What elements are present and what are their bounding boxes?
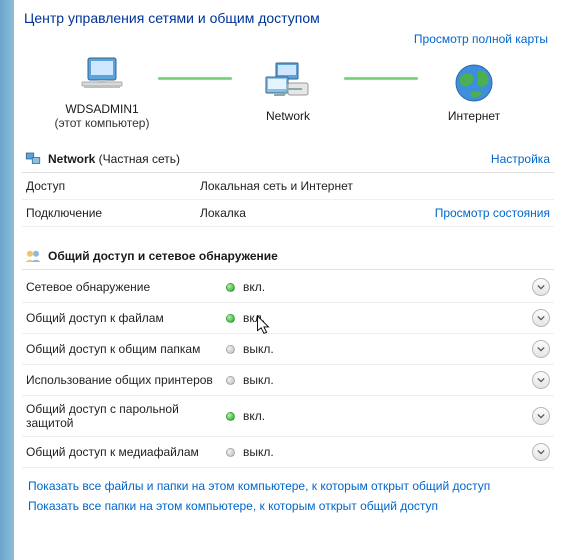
status-dot-off-icon (226, 345, 235, 354)
chevron-down-icon (537, 283, 545, 291)
map-node-network: Network (238, 59, 338, 123)
view-full-map-link[interactable]: Просмотр полной карты (414, 32, 548, 46)
sharing-row: Сетевое обнаружение вкл. (22, 272, 554, 303)
sharing-label: Общий доступ к общим папкам (26, 342, 226, 356)
footer-links: Показать все файлы и папки на этом компь… (22, 468, 554, 519)
sharing-row: Общий доступ к файлам вкл. (22, 303, 554, 334)
chevron-down-icon (537, 376, 545, 384)
computer-icon (78, 52, 126, 100)
map-node-label: WDSADMIN1 (65, 102, 138, 116)
chevron-down-icon (537, 412, 545, 420)
sharing-section-header: Общий доступ и сетевое обнаружение (22, 243, 554, 270)
sharing-label: Общий доступ к медиафайлам (26, 445, 226, 459)
sharing-label: Использование общих принтеров (26, 373, 226, 387)
sharing-state-text: выкл. (243, 342, 274, 356)
status-dot-off-icon (226, 376, 235, 385)
network-hub-icon (264, 59, 312, 107)
sharing-status: вкл. (226, 409, 265, 423)
sharing-row: Общий доступ с парольной защитой вкл. (22, 396, 554, 437)
sharing-label: Общий доступ с парольной защитой (26, 402, 226, 430)
sharing-status: вкл. (226, 280, 265, 294)
chevron-down-icon (537, 345, 545, 353)
sharing-state-text: выкл. (243, 445, 274, 459)
sharing-section-title: Общий доступ и сетевое обнаружение (48, 249, 278, 263)
network-section-header: Network (Частная сеть) Настройка (22, 146, 554, 173)
left-border (0, 0, 14, 560)
status-dot-on-icon (226, 283, 235, 292)
map-node-this-computer: WDSADMIN1 (этот компьютер) (52, 52, 152, 130)
globe-icon (450, 59, 498, 107)
sharing-row: Общий доступ к общим папкам выкл. (22, 334, 554, 365)
expand-button[interactable] (532, 309, 550, 327)
info-link (431, 173, 554, 200)
map-connection-line (158, 77, 232, 80)
expand-button[interactable] (532, 371, 550, 389)
network-info-grid: Доступ Локальная сеть и Интернет Подключ… (22, 173, 554, 227)
expand-button[interactable] (532, 278, 550, 296)
map-node-label: Network (266, 109, 310, 123)
expand-button[interactable] (532, 340, 550, 358)
sharing-state-text: выкл. (243, 373, 274, 387)
sharing-status: выкл. (226, 445, 274, 459)
info-value: Локалка (196, 200, 431, 227)
view-status-link[interactable]: Просмотр состояния (431, 200, 554, 227)
network-section-title: Network (Частная сеть) (48, 152, 180, 166)
network-map: WDSADMIN1 (этот компьютер) Network (22, 50, 554, 144)
network-icon (24, 150, 42, 168)
status-dot-on-icon (226, 412, 235, 421)
map-node-label: Интернет (448, 109, 500, 123)
map-node-internet: Интернет (424, 59, 524, 123)
sharing-label: Общий доступ к файлам (26, 311, 226, 325)
sharing-row: Общий доступ к медиафайлам выкл. (22, 437, 554, 468)
sharing-status: выкл. (226, 373, 274, 387)
sharing-state-text: вкл. (243, 311, 265, 325)
info-label: Доступ (22, 173, 196, 200)
info-value: Локальная сеть и Интернет (196, 173, 431, 200)
sharing-icon (24, 247, 42, 265)
show-all-shared-files-link[interactable]: Показать все файлы и папки на этом компь… (28, 479, 490, 493)
chevron-down-icon (537, 448, 545, 456)
page-title: Центр управления сетями и общим доступом (22, 0, 554, 30)
sharing-label: Сетевое обнаружение (26, 280, 226, 294)
expand-button[interactable] (532, 407, 550, 425)
sharing-row: Использование общих принтеров выкл. (22, 365, 554, 396)
customize-link[interactable]: Настройка (491, 152, 554, 166)
status-dot-on-icon (226, 314, 235, 323)
map-connection-line (344, 77, 418, 80)
status-dot-off-icon (226, 448, 235, 457)
show-all-shared-folders-link[interactable]: Показать все папки на этом компьютере, к… (28, 499, 438, 513)
sharing-state-text: вкл. (243, 409, 265, 423)
map-node-sublabel: (этот компьютер) (55, 116, 150, 130)
sharing-status: вкл. (226, 311, 265, 325)
sharing-list: Сетевое обнаружениевкл.Общий доступ к фа… (22, 272, 554, 468)
expand-button[interactable] (532, 443, 550, 461)
sharing-status: выкл. (226, 342, 274, 356)
chevron-down-icon (537, 314, 545, 322)
info-label: Подключение (22, 200, 196, 227)
sharing-state-text: вкл. (243, 280, 265, 294)
